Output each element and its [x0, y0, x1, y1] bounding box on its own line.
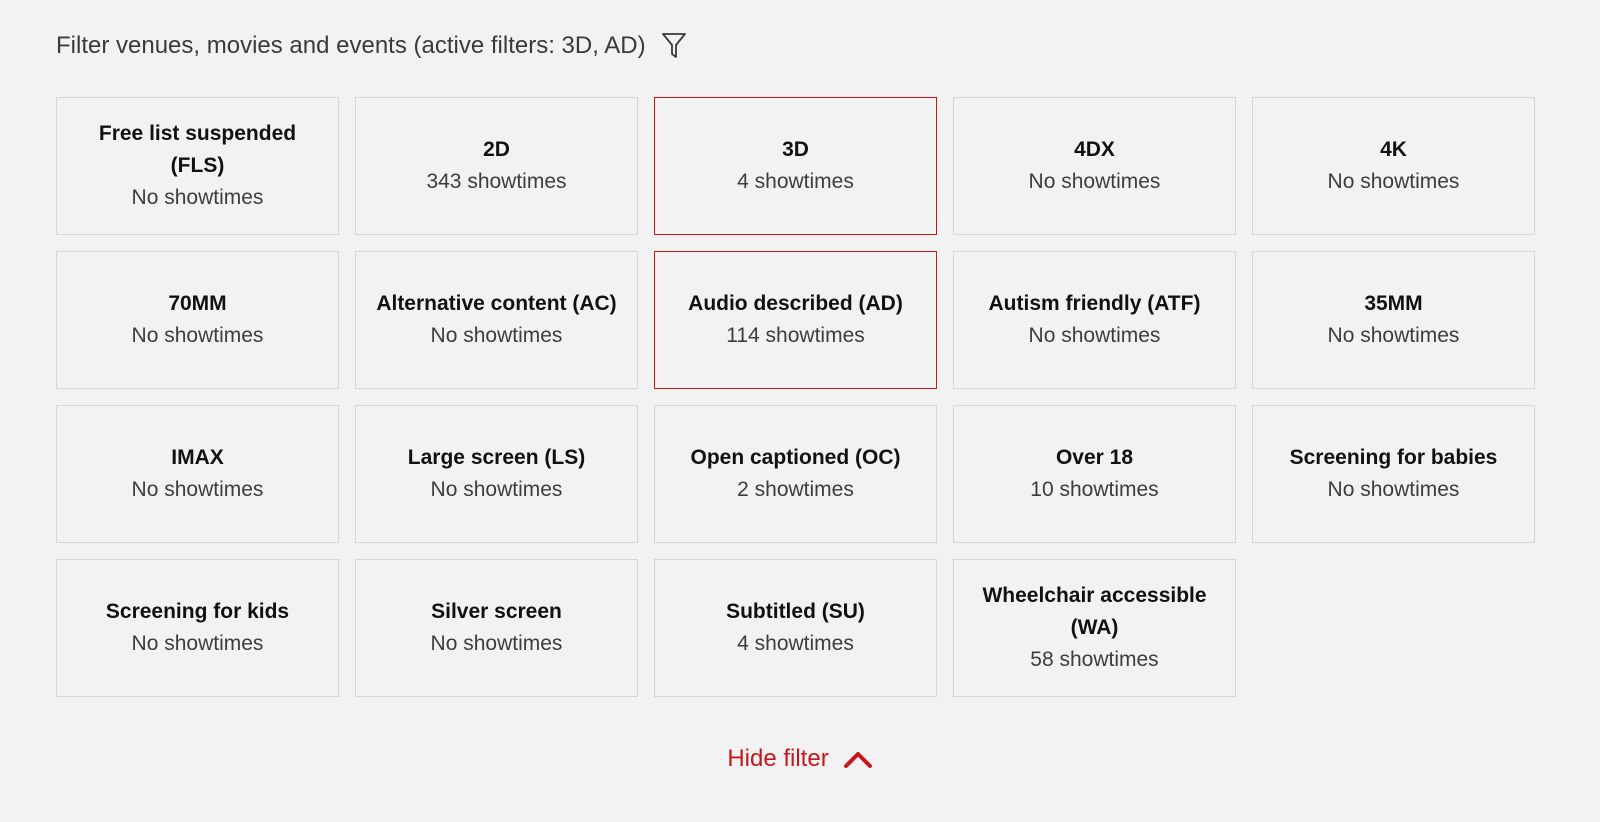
filter-tile-name: 3D	[782, 138, 809, 161]
chevron-up-icon	[843, 749, 873, 769]
filter-tile-name: Alternative content (AC)	[376, 292, 617, 315]
filter-tile-name: Screening for kids	[105, 600, 290, 623]
filter-title: Filter venues, movies and events (active…	[56, 32, 646, 59]
filter-tile[interactable]: Free list suspended (FLS) No showtimes	[56, 97, 339, 235]
filter-tile[interactable]: Screening for kids No showtimes	[56, 559, 339, 697]
filter-tile[interactable]: Open captioned (OC) 2 showtimes	[654, 405, 937, 543]
filter-tile-count: No showtimes	[1028, 324, 1161, 347]
filter-tile[interactable]: 4DX No showtimes	[953, 97, 1236, 235]
filter-tile[interactable]: Over 18 10 showtimes	[953, 405, 1236, 543]
hide-filter-label: Hide filter	[727, 745, 829, 772]
filter-tile-name: Audio described (AD)	[688, 292, 903, 315]
filter-tile[interactable]: IMAX No showtimes	[56, 405, 339, 543]
filter-tile-count: 114 showtimes	[726, 324, 865, 347]
filter-tile-name: Free list suspended (FLS)	[98, 122, 297, 177]
filter-tile-name: Silver screen	[431, 600, 562, 623]
filter-grid: Free list suspended (FLS) No showtimes 2D 3…	[56, 97, 1536, 697]
filter-tile[interactable]: Subtitled (SU) 4 showtimes	[654, 559, 937, 697]
filter-tile[interactable]: 35MM No showtimes	[1252, 251, 1535, 389]
filter-tile[interactable]: Autism friendly (ATF) No showtimes	[953, 251, 1236, 389]
hide-filter-button[interactable]: Hide filter	[0, 745, 1600, 773]
filter-tile-count: No showtimes	[430, 324, 563, 347]
filter-tile-name: 2D	[483, 138, 510, 161]
filter-tile-name: 4DX	[1074, 138, 1115, 161]
filter-tile-count: 343 showtimes	[426, 170, 567, 193]
filter-tile-count: No showtimes	[1327, 170, 1460, 193]
filter-tile-name: IMAX	[171, 446, 224, 469]
filter-tile[interactable]: Large screen (LS) No showtimes	[355, 405, 638, 543]
filter-tile-count: 58 showtimes	[1030, 648, 1159, 671]
filter-tile-count: No showtimes	[1327, 324, 1460, 347]
filter-tile-name: Large screen (LS)	[407, 446, 586, 469]
filter-tile-name: Autism friendly (ATF)	[988, 292, 1201, 315]
filter-header: Filter venues, movies and events (active…	[56, 26, 688, 66]
filter-tile-name: 35MM	[1364, 292, 1423, 315]
filter-tile-count: 4 showtimes	[737, 632, 854, 655]
filter-tile[interactable]: Wheelchair accessible (WA) 58 showtimes	[953, 559, 1236, 697]
filter-tile-name: Screening for babies	[1289, 446, 1498, 469]
funnel-icon[interactable]	[660, 31, 688, 61]
filter-tile-count: No showtimes	[131, 186, 264, 209]
filter-tile-count: No showtimes	[131, 324, 264, 347]
filter-tile-name: Subtitled (SU)	[726, 600, 865, 623]
filter-tile[interactable]: Alternative content (AC) No showtimes	[355, 251, 638, 389]
filter-tile-count: No showtimes	[430, 632, 563, 655]
filter-tile[interactable]: 70MM No showtimes	[56, 251, 339, 389]
filter-tile[interactable]: Audio described (AD) 114 showtimes	[654, 251, 937, 389]
filter-tile-count: No showtimes	[131, 632, 264, 655]
filter-tile[interactable]: 2D 343 showtimes	[355, 97, 638, 235]
filter-tile-name: Open captioned (OC)	[690, 446, 901, 469]
filter-tile-count: No showtimes	[1028, 170, 1161, 193]
filter-tile-count: No showtimes	[1327, 478, 1460, 501]
filter-tile[interactable]: 4K No showtimes	[1252, 97, 1535, 235]
filter-tile[interactable]: Silver screen No showtimes	[355, 559, 638, 697]
filter-tile-name: Over 18	[1055, 446, 1134, 469]
filter-tile-count: 4 showtimes	[737, 170, 854, 193]
filter-tile-name: 70MM	[168, 292, 227, 315]
filter-tile-count: 10 showtimes	[1030, 478, 1159, 501]
filter-tile[interactable]: Screening for babies No showtimes	[1252, 405, 1535, 543]
filter-tile-count: 2 showtimes	[737, 478, 854, 501]
filter-tile-count: No showtimes	[131, 478, 264, 501]
filter-tile[interactable]: 3D 4 showtimes	[654, 97, 937, 235]
filter-tile-count: No showtimes	[430, 478, 563, 501]
filter-tile-name: Wheelchair accessible (WA)	[982, 584, 1207, 639]
filter-panel: Filter venues, movies and events (active…	[0, 0, 1600, 822]
filter-tile-name: 4K	[1380, 138, 1407, 161]
